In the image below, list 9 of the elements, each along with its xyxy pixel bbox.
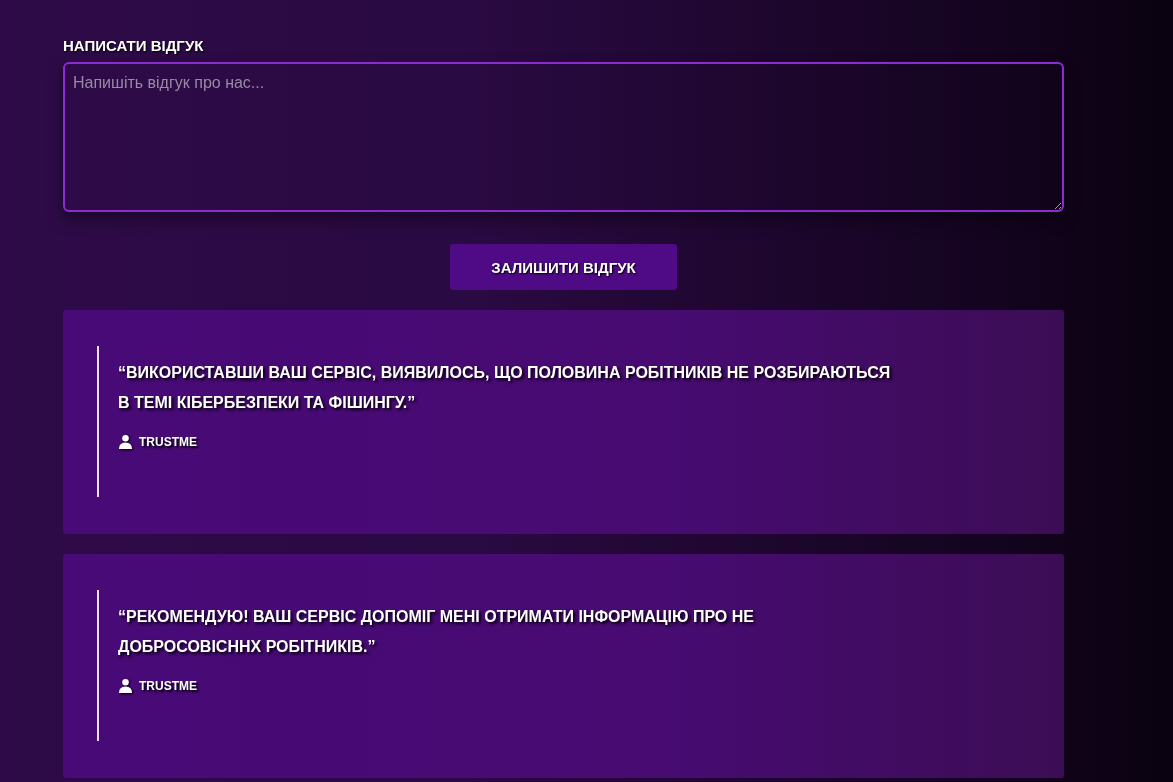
review-text: “ВИКОРИСТАВШИ ВАШ СЕРВІС, ВИЯВИЛОСЬ, ЩО ПОЛОВИНА РОБІТНИКІВ НЕ РОЗБИРАЮТЬСЯ В ТЕМІ КІБЕРБЕЗПЕКИ ТА ФІШИНГУ.” — [118, 363, 892, 413]
review-text: “РЕКОМЕНДУЮ! ВАШ СЕРВІС ДОПОМІГ МЕНІ ОТРИМАТИ ІНФОРМАЦІЮ ПРО НЕ ДОБРОСОВІСННХ РОБІТНИКІВ.” — [118, 607, 755, 657]
review-input-field[interactable]: Напишіть відгук про нас... — [63, 62, 1064, 212]
submit-button[interactable]: ЗАЛИШИТИ ВІДГУК — [450, 244, 677, 290]
review-author: TRUSTME — [139, 434, 197, 449]
user-icon — [118, 678, 133, 693]
review-author: TRUSTME — [139, 678, 197, 693]
user-icon — [118, 434, 133, 449]
form-label: НАПИСАТИ ВІДГУК — [63, 37, 205, 54]
